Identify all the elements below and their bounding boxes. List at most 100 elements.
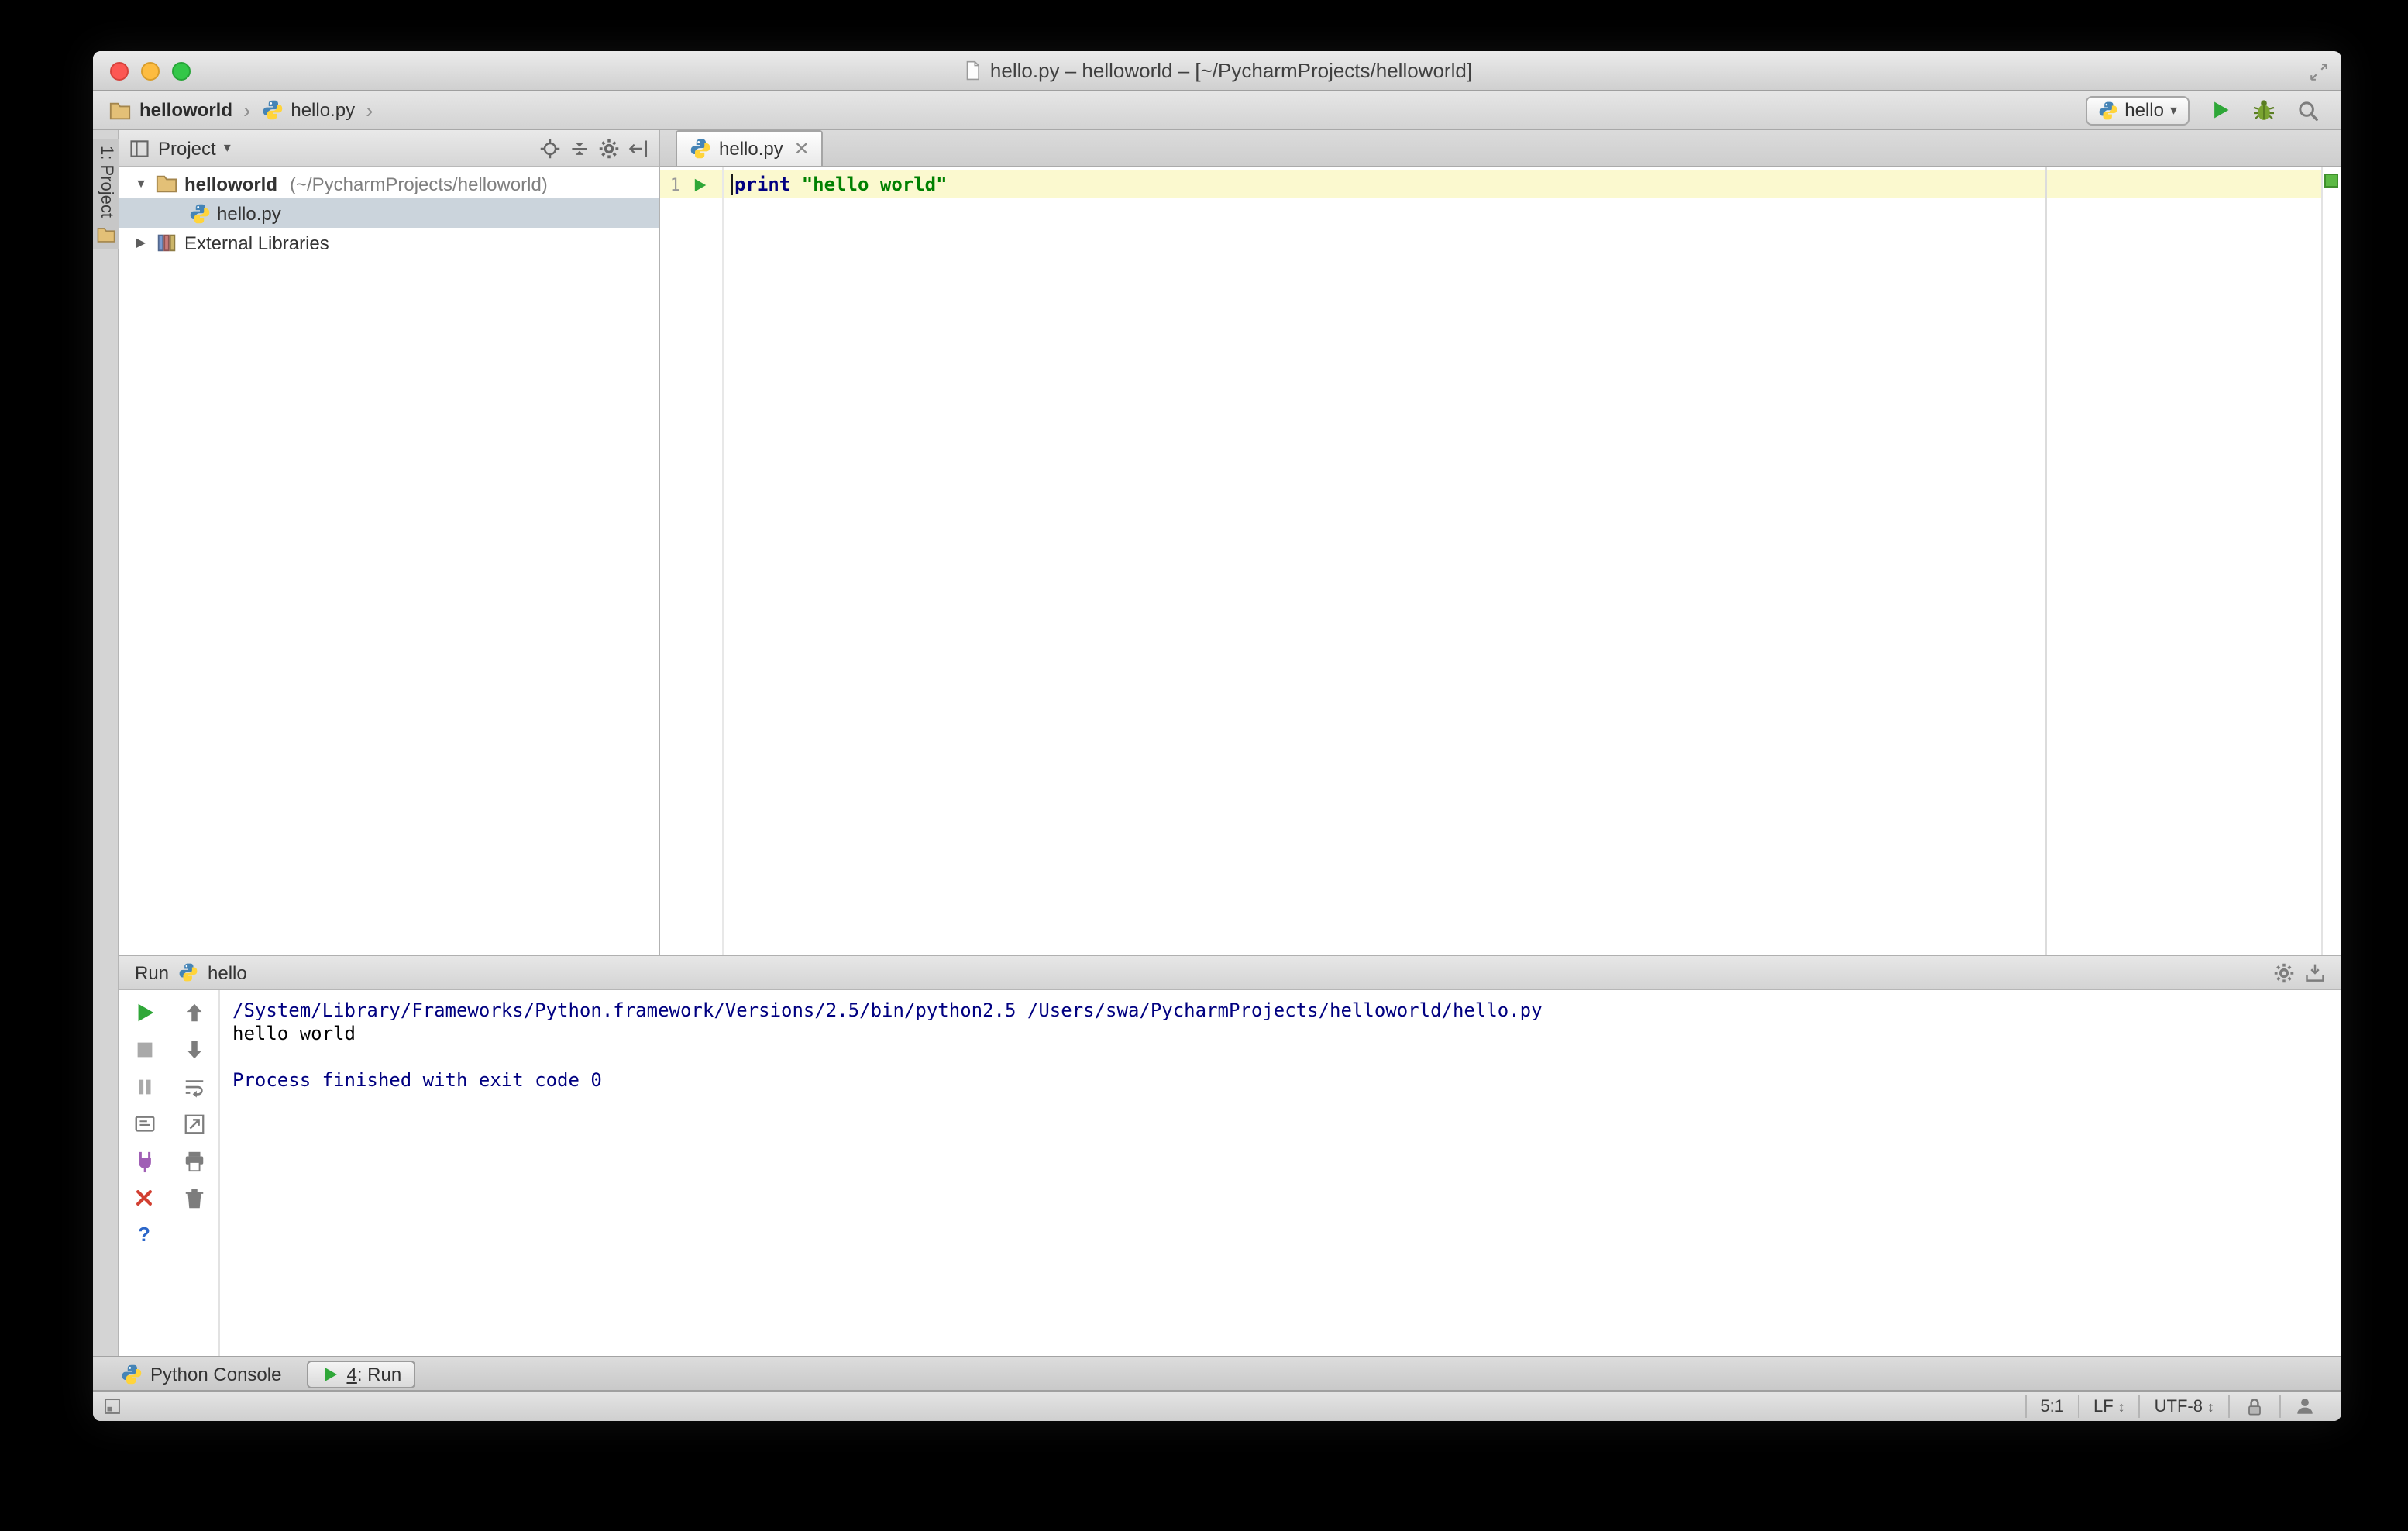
panel-settings-gear-icon[interactable] xyxy=(598,137,620,159)
caret-position-value: 5:1 xyxy=(2040,1397,2064,1416)
editor-gutter: 1 xyxy=(660,170,722,198)
toolwindow-switcher-icon[interactable] xyxy=(102,1396,122,1416)
project-toolwindow-button[interactable]: 1: Project xyxy=(93,139,119,250)
line-separator-widget[interactable]: LF ↕ xyxy=(2077,1395,2139,1418)
tree-row-project-root[interactable]: ▼ helloworld (~/PycharmProjects/hellowor… xyxy=(119,169,659,198)
soft-wrap-button[interactable] xyxy=(182,1075,205,1099)
project-panel-title[interactable]: Project xyxy=(158,137,216,159)
tree-row-hello-py[interactable]: hello.py xyxy=(119,198,659,228)
run-tab-label: 4: Run xyxy=(346,1363,402,1385)
libraries-icon xyxy=(155,231,178,254)
folder-icon xyxy=(108,98,132,122)
console-exit-line: Process finished with exit code 0 xyxy=(232,1069,602,1091)
editor-tab-label: hello.py xyxy=(719,138,783,160)
readonly-toggle[interactable] xyxy=(2228,1395,2279,1418)
run-panel-body: ? /System/Library/Frameworks/Python.fram… xyxy=(119,990,2341,1356)
gutter-separator xyxy=(722,167,724,955)
breadcrumb-separator: › xyxy=(243,98,251,122)
window-title: hello.py – helloworld – [~/PycharmProjec… xyxy=(989,59,1473,82)
restore-layout-button[interactable] xyxy=(182,1113,205,1136)
titlebar[interactable]: hello.py – helloworld – [~/PycharmProjec… xyxy=(93,51,2341,91)
help-button[interactable]: ? xyxy=(138,1223,150,1247)
clear-console-button[interactable] xyxy=(182,1187,205,1210)
attach-debugger-icon[interactable] xyxy=(132,1150,156,1173)
encoding-widget[interactable]: UTF-8 ↕ xyxy=(2138,1395,2228,1418)
python-console-icon xyxy=(121,1363,143,1385)
resize-corner-icon[interactable] xyxy=(2309,62,2329,82)
breadcrumb-project-label: helloworld xyxy=(139,99,232,121)
stop-button[interactable] xyxy=(132,1038,156,1061)
collapse-arrow-icon[interactable]: ▼ xyxy=(133,177,149,191)
pycharm-window: hello.py – helloworld – [~/PycharmProjec… xyxy=(93,51,2341,1421)
project-panel-header: Project ▾ xyxy=(119,130,659,167)
project-panel: Project ▾ ▼ helloworld (~/PycharmProject… xyxy=(119,130,660,955)
breadcrumb-file[interactable]: hello.py xyxy=(261,99,355,121)
project-tree: ▼ helloworld (~/PycharmProjects/hellowor… xyxy=(119,167,659,955)
tree-file-label: hello.py xyxy=(217,202,281,224)
right-margin-guide xyxy=(2045,167,2047,955)
project-view-icon xyxy=(129,137,150,159)
collapse-all-icon[interactable] xyxy=(569,137,590,159)
close-window-button[interactable] xyxy=(110,61,129,80)
updown-arrows-icon: ↕ xyxy=(2117,1399,2125,1414)
editor-body[interactable]: 1 print "hello world" xyxy=(660,167,2341,955)
up-stack-trace-button[interactable] xyxy=(182,1001,205,1024)
external-libraries-label: External Libraries xyxy=(184,232,329,253)
expand-arrow-icon[interactable]: ▶ xyxy=(133,236,149,249)
editor-tab-hello-py[interactable]: hello.py ✕ xyxy=(676,130,824,166)
editor-area: hello.py ✕ 1 print "hello world" xyxy=(660,130,2341,955)
run-panel-config-label: hello xyxy=(208,962,247,983)
run-line-marker-icon[interactable] xyxy=(691,176,708,193)
run-toolwindow-button[interactable]: 4: Run xyxy=(306,1360,416,1388)
run-panel-settings-gear-icon[interactable] xyxy=(2273,962,2295,983)
python-run-config-icon xyxy=(178,962,198,982)
traffic-lights xyxy=(110,51,191,90)
dock-panel-icon[interactable] xyxy=(2304,962,2326,983)
code-string: "hello world" xyxy=(801,174,948,195)
rerun-button[interactable] xyxy=(132,1001,156,1024)
hector-inspector-icon xyxy=(2295,1396,2315,1416)
project-toolwindow-label: 1: Project xyxy=(97,146,115,218)
tree-row-external-libraries[interactable]: ▶ External Libraries xyxy=(119,228,659,257)
center-column: Project ▾ ▼ helloworld (~/PycharmProject… xyxy=(119,130,2341,1356)
left-toolwindow-stripe: 1: Project xyxy=(93,130,119,1356)
python-console-button[interactable]: Python Console xyxy=(121,1363,281,1385)
close-tab-icon[interactable]: ✕ xyxy=(794,138,810,160)
chevron-down-icon: ▾ xyxy=(2169,101,2177,117)
hide-panel-icon[interactable] xyxy=(628,137,649,159)
down-stack-trace-button[interactable] xyxy=(182,1038,205,1061)
chevron-down-icon[interactable]: ▾ xyxy=(224,139,231,157)
print-button[interactable] xyxy=(182,1150,205,1173)
run-button[interactable] xyxy=(2210,99,2231,121)
status-bar: 5:1 LF ↕ UTF-8 ↕ xyxy=(93,1390,2341,1421)
close-panel-button[interactable] xyxy=(133,1187,155,1209)
code-line-1[interactable]: print "hello world" xyxy=(731,170,948,198)
run-configuration-dropdown[interactable]: hello ▾ xyxy=(2086,95,2190,125)
document-proxy-icon[interactable] xyxy=(962,60,982,81)
minimize-window-button[interactable] xyxy=(141,61,160,80)
inspection-scrollbar-stripe[interactable] xyxy=(2321,167,2341,955)
locate-file-icon[interactable] xyxy=(539,137,561,159)
zoom-window-button[interactable] xyxy=(172,61,191,80)
caret-position-widget[interactable]: 5:1 xyxy=(2024,1395,2078,1418)
text-caret xyxy=(731,174,733,195)
folder-icon xyxy=(155,172,178,195)
run-tab-play-icon xyxy=(320,1364,339,1383)
run-panel-header[interactable]: Run hello xyxy=(119,956,2341,990)
line-number: 1 xyxy=(669,174,680,194)
console-output[interactable]: /System/Library/Frameworks/Python.framew… xyxy=(220,990,2341,1356)
search-everywhere-icon[interactable] xyxy=(2296,98,2320,122)
pause-output-button[interactable] xyxy=(132,1075,156,1099)
inspection-status-icon[interactable] xyxy=(2324,174,2338,188)
breadcrumb-project[interactable]: helloworld xyxy=(108,98,232,122)
highlighting-level-widget[interactable] xyxy=(2279,1395,2329,1418)
project-root-path: (~/PycharmProjects/helloworld) xyxy=(290,173,548,194)
breadcrumb-separator: › xyxy=(366,98,373,122)
line-separator-value: LF xyxy=(2093,1397,2114,1416)
debug-button[interactable] xyxy=(2251,98,2276,122)
lock-icon xyxy=(2244,1395,2265,1417)
status-bar-right: 5:1 LF ↕ UTF-8 ↕ xyxy=(2024,1392,2329,1421)
show-console-button[interactable] xyxy=(132,1113,156,1136)
python-file-icon xyxy=(261,99,283,121)
